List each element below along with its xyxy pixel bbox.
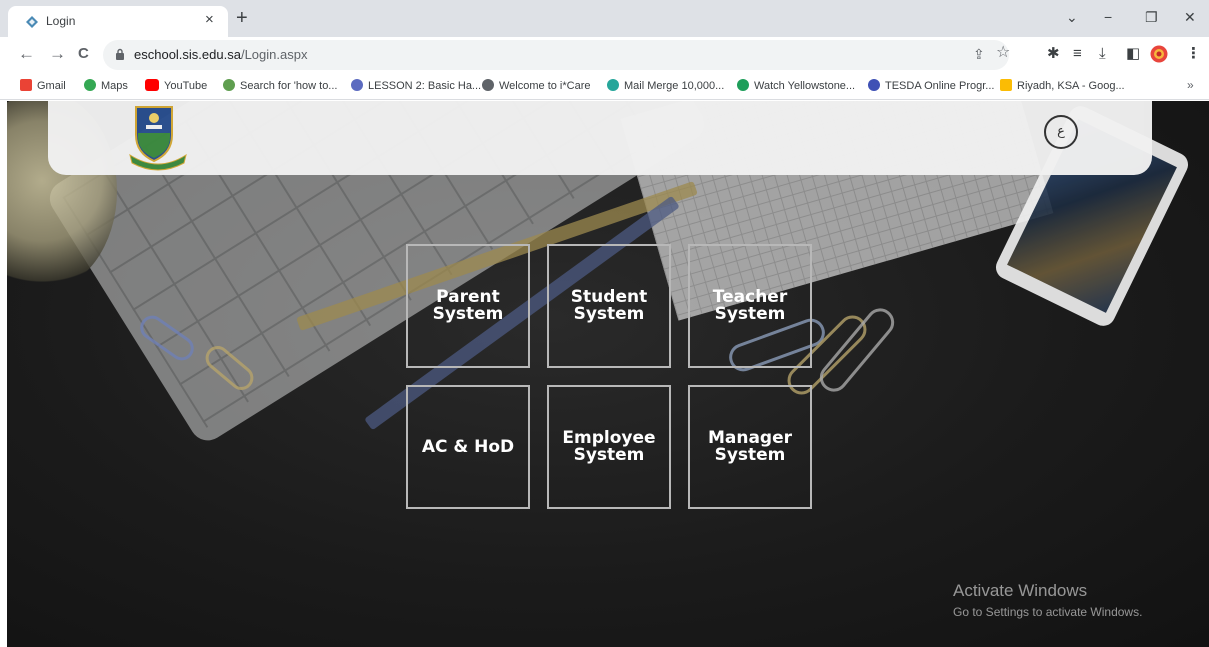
language-toggle-button[interactable]: ع [1044, 115, 1078, 149]
site-favicon-icon [26, 16, 38, 28]
bookmark-label: LESSON 2: Basic Ha... [368, 80, 482, 92]
bookmark-search-how-to[interactable]: Search for 'how to... [223, 79, 337, 92]
ac-hod-tile[interactable]: AC & HoD [406, 385, 530, 509]
browser-menu-icon[interactable]: ⋮ [1186, 46, 1201, 62]
employee-system-tile[interactable]: Employee System [547, 385, 671, 509]
extensions-icon[interactable]: ✱ [1047, 46, 1060, 62]
tab-search-icon[interactable]: ⌄ [1066, 8, 1078, 26]
bookmark-youtube[interactable]: YouTube [145, 79, 207, 92]
globe-icon [482, 79, 494, 91]
gmail-icon [20, 79, 32, 91]
share-icon[interactable]: ⇪ [973, 46, 985, 62]
site-icon [351, 79, 363, 91]
bookmark-label: Welcome to i*Care [499, 80, 591, 92]
drive-icon [1000, 79, 1012, 91]
bookmark-label: Riyadh, KSA - Goog... [1017, 80, 1125, 92]
lock-icon[interactable] [115, 48, 125, 61]
site-header: ع [48, 101, 1152, 175]
tile-label: Employee System [562, 428, 656, 465]
more-bookmarks-icon[interactable]: » [1187, 78, 1194, 92]
play-icon [737, 79, 749, 91]
tab-title: Login [46, 14, 76, 28]
browser-toolbar: ← → C eschool.sis.edu.sa/Login.aspx ⇪ ☆ … [0, 37, 1209, 73]
bookmark-yellowstone[interactable]: Watch Yellowstone... [737, 79, 855, 92]
tile-label: Manager System [707, 428, 793, 465]
bookmark-label: Watch Yellowstone... [754, 80, 856, 92]
bookmark-star-icon[interactable]: ☆ [996, 45, 1010, 61]
new-tab-button[interactable]: + [236, 7, 248, 29]
bookmark-maps[interactable]: Maps [84, 79, 128, 92]
download-icon[interactable]: ⤓ [1099, 46, 1106, 62]
windows-activation-watermark: Activate Windows Go to Settings to activ… [953, 581, 1142, 619]
site-icon [868, 79, 880, 91]
media-control-icon[interactable]: ≡ [1073, 46, 1082, 62]
forward-button[interactable]: → [49, 45, 66, 63]
bookmark-label: Maps [101, 80, 128, 92]
bookmark-tesda[interactable]: TESDA Online Progr... [868, 79, 994, 92]
browser-tab[interactable]: Login × [8, 6, 228, 37]
close-window-button[interactable]: ✕ [1184, 8, 1196, 26]
tile-label: AC & HoD [421, 436, 515, 457]
profile-avatar-icon[interactable] [1150, 45, 1168, 63]
page-viewport: ع Parent System Student System Teacher S… [7, 101, 1209, 647]
address-bar[interactable]: eschool.sis.edu.sa/Login.aspx ⇪ ☆ [103, 40, 1010, 70]
tab-close-icon[interactable]: × [205, 12, 214, 28]
url-host: eschool.sis.edu.sa [134, 47, 241, 62]
bookmark-label: TESDA Online Progr... [885, 80, 995, 92]
watermark-subtitle: Go to Settings to activate Windows. [953, 605, 1143, 619]
bookmark-mail-merge[interactable]: Mail Merge 10,000... [607, 79, 724, 92]
youtube-icon [145, 79, 159, 91]
side-panel-icon[interactable]: ◧ [1126, 46, 1140, 62]
bookmark-lesson-2[interactable]: LESSON 2: Basic Ha... [351, 79, 481, 92]
bookmarks-bar: Gmail Maps YouTube Search for 'how to...… [0, 73, 1209, 100]
site-icon [223, 79, 235, 91]
tile-label: Teacher System [712, 287, 788, 324]
parent-system-tile[interactable]: Parent System [406, 244, 530, 368]
teacher-system-tile[interactable]: Teacher System [688, 244, 812, 368]
bookmark-icare[interactable]: Welcome to i*Care [482, 79, 591, 92]
manager-system-tile[interactable]: Manager System [688, 385, 812, 509]
watermark-title: Activate Windows [953, 581, 1088, 600]
bookmark-label: Gmail [37, 80, 66, 92]
bookmark-label: Mail Merge 10,000... [624, 80, 725, 92]
url-text: eschool.sis.edu.sa/Login.aspx [134, 47, 307, 62]
site-icon [607, 79, 619, 91]
maximize-button[interactable]: ❐ [1145, 8, 1158, 26]
maps-icon [84, 79, 96, 91]
student-system-tile[interactable]: Student System [547, 244, 671, 368]
reload-button[interactable]: C [78, 45, 89, 63]
tile-label: Parent System [432, 287, 504, 324]
tile-label: Student System [570, 287, 648, 324]
bookmark-gmail[interactable]: Gmail [20, 79, 66, 92]
bookmark-riyadh[interactable]: Riyadh, KSA - Goog... [1000, 79, 1125, 92]
school-logo[interactable] [128, 103, 188, 171]
minimize-button[interactable]: − [1104, 8, 1112, 26]
url-path: /Login.aspx [240, 47, 308, 62]
bookmark-label: Search for 'how to... [240, 80, 338, 92]
browser-tab-strip: Login × + ⌄ − ❐ ✕ [0, 0, 1209, 37]
back-button[interactable]: ← [18, 45, 35, 63]
bookmark-label: YouTube [164, 80, 208, 92]
